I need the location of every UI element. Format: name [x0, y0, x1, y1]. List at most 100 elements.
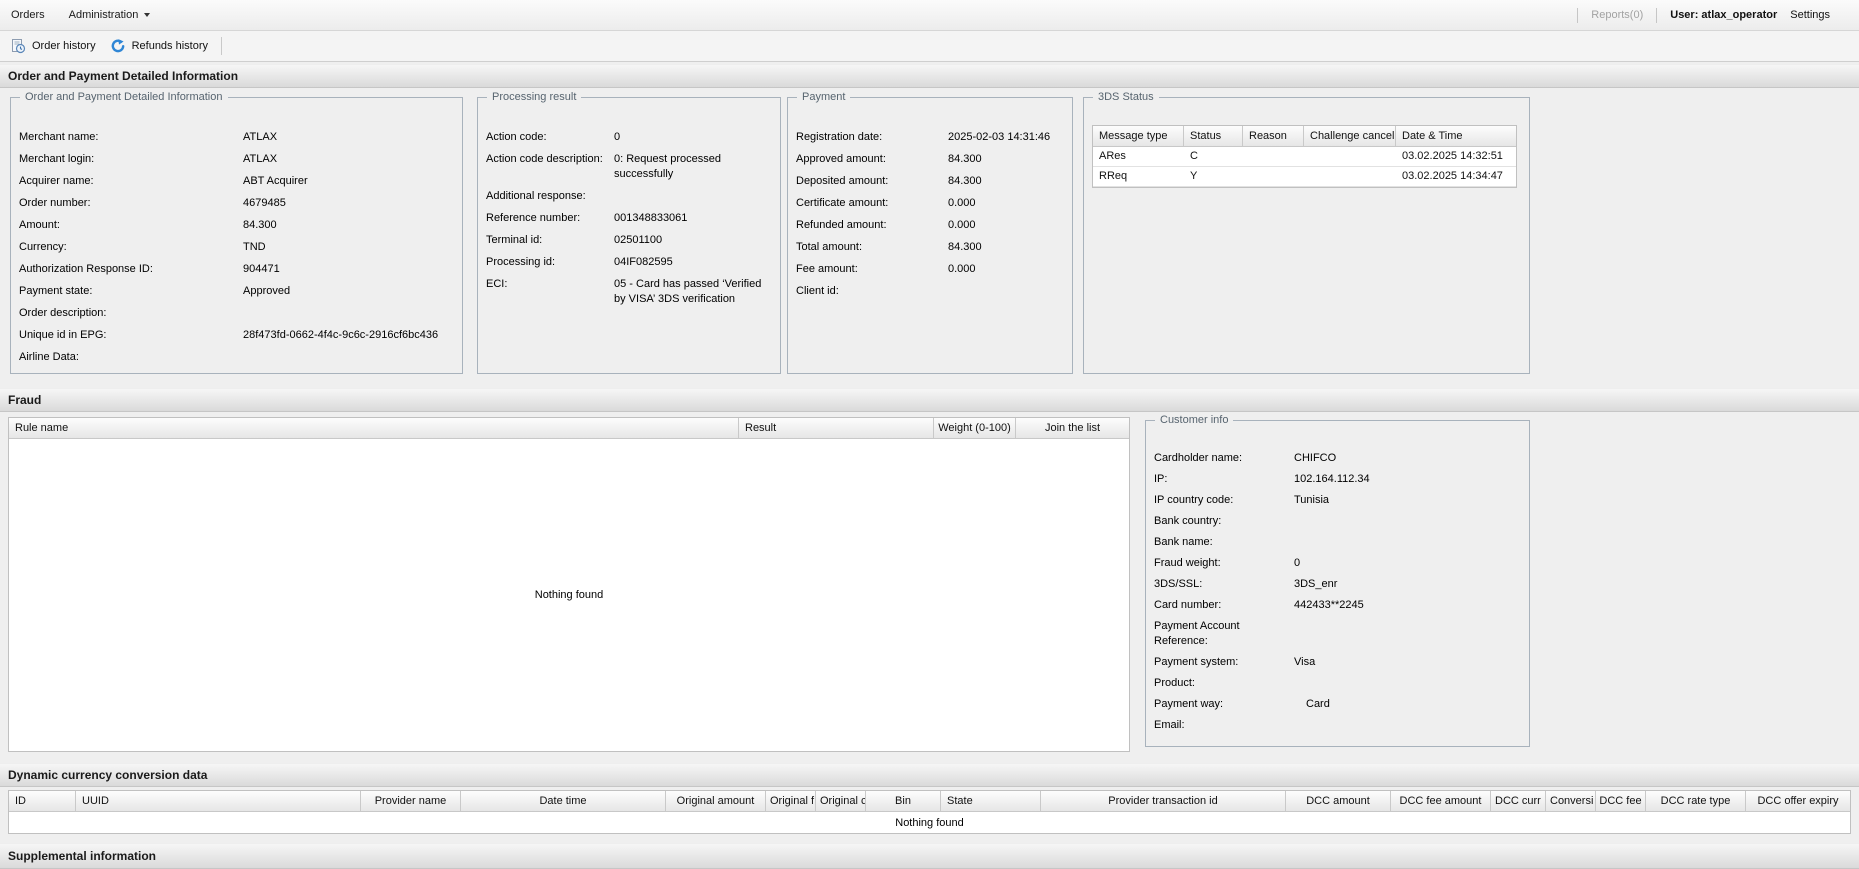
- cell-reason: [1243, 167, 1304, 186]
- menu-reports[interactable]: Reports(0): [1591, 9, 1643, 21]
- fieldset-legend: 3DS Status: [1093, 90, 1159, 104]
- field-row: Order number: 4679485: [19, 196, 454, 211]
- field-label: Deposited amount:: [796, 175, 889, 187]
- column-header[interactable]: Message type: [1093, 126, 1184, 146]
- field-value: 0: [614, 131, 621, 143]
- field-value: ABT Acquirer: [243, 175, 308, 187]
- fraud-table-header: Rule name Result Weight (0-100) Join the li…: [9, 418, 1129, 439]
- dcc-table: ID UUID Provider name Date time Original amo…: [8, 790, 1851, 834]
- field-row: Payment Account Reference:: [1154, 619, 1521, 649]
- field-label: Approved amount:: [796, 153, 886, 165]
- column-header[interactable]: Reason: [1243, 126, 1304, 146]
- column-header[interactable]: Challenge cancel: [1304, 126, 1396, 146]
- column-header[interactable]: DCC rate type: [1646, 791, 1746, 811]
- column-header[interactable]: ID: [9, 791, 76, 811]
- order-history-icon: [12, 39, 26, 54]
- field-row: Bank name:: [1154, 535, 1521, 550]
- column-header[interactable]: Weight (0-100): [934, 418, 1016, 438]
- section-title: Fraud: [8, 393, 42, 407]
- separator: [221, 37, 223, 55]
- field-row: Payment state: Approved: [19, 284, 454, 299]
- field-row: Airline Data:: [19, 350, 454, 365]
- column-header[interactable]: State: [941, 791, 1041, 811]
- field-row: Approved amount: 84.300: [796, 152, 1064, 167]
- current-user-label: User: atlax_operator: [1670, 9, 1778, 21]
- field-label: Payment system:: [1154, 656, 1239, 668]
- dcc-table-empty: Nothing found: [895, 816, 964, 829]
- field-value: [948, 284, 1064, 299]
- field-row: 3DS/SSL: 3DS_enr: [1154, 577, 1521, 592]
- field-label: Order description:: [19, 307, 107, 319]
- section-header-order-payment: Order and Payment Detailed Information: [0, 64, 1859, 88]
- column-header[interactable]: UUID: [76, 791, 361, 811]
- field-value: 4679485: [243, 197, 286, 209]
- menu-administration[interactable]: Administration: [57, 0, 163, 30]
- field-label: Terminal id:: [486, 234, 543, 246]
- column-header[interactable]: Provider name: [361, 791, 461, 811]
- processing-result-rows: Action code: 0 Action code description: …: [478, 98, 780, 307]
- field-label: Bank name:: [1154, 536, 1213, 548]
- field-row: Certificate amount: 0.000: [796, 196, 1064, 211]
- column-header[interactable]: Date & Time: [1396, 126, 1516, 146]
- column-header[interactable]: DCC fee amount: [1391, 791, 1491, 811]
- customer-info-rows: Cardholder name: CHIFCO IP: 102.164.112.…: [1146, 421, 1529, 733]
- field-label: Fraud weight:: [1154, 557, 1221, 569]
- separator: [1656, 7, 1658, 23]
- column-header[interactable]: Rule name: [9, 418, 739, 438]
- fraud-table: Rule name Result Weight (0-100) Join the li…: [8, 417, 1130, 752]
- 3ds-status-table: Message type Status Reason Challenge cancel…: [1092, 125, 1517, 188]
- order-info-fieldset: Order and Payment Detailed Information M…: [10, 90, 463, 374]
- field-value: 05 - Card has passed ‘Verified by VISA’ …: [614, 278, 762, 305]
- field-label: ECI:: [486, 278, 508, 290]
- menu-bar: Orders Administration Reports(0) User: a…: [0, 0, 1859, 31]
- field-value: 28f473fd-0662-4f4c-9c6c-2916cf6bc436: [243, 329, 439, 341]
- menu-orders[interactable]: Orders: [0, 0, 57, 30]
- column-header[interactable]: Date time: [461, 791, 666, 811]
- column-header[interactable]: Result: [739, 418, 934, 438]
- field-value: 3DS_enr: [1294, 578, 1338, 590]
- field-label: Merchant login:: [19, 153, 95, 165]
- refunds-history-label: Refunds history: [131, 40, 209, 52]
- column-header[interactable]: Join the list: [1016, 418, 1129, 438]
- column-header[interactable]: DCC fee: [1596, 791, 1646, 811]
- field-label: Total amount:: [796, 241, 863, 253]
- field-label: Action code:: [486, 131, 547, 143]
- column-header[interactable]: Conversi: [1546, 791, 1596, 811]
- column-header[interactable]: Original c: [816, 791, 866, 811]
- menu-settings[interactable]: Settings: [1790, 9, 1830, 21]
- order-history-button[interactable]: Order history: [5, 35, 105, 57]
- field-row: Refunded amount: 0.000: [796, 218, 1064, 233]
- column-header[interactable]: Status: [1184, 126, 1243, 146]
- field-row: Currency: TND: [19, 240, 454, 255]
- field-label: Action code description:: [486, 153, 603, 165]
- table-row[interactable]: ARes C 03.02.2025 14:32:51: [1093, 147, 1516, 167]
- field-label: Cardholder name:: [1154, 452, 1243, 464]
- field-label: Bank country:: [1154, 515, 1222, 527]
- field-label: Product:: [1154, 677, 1195, 689]
- column-header[interactable]: Bin: [866, 791, 941, 811]
- field-row: Email:: [1154, 718, 1521, 733]
- field-value: 02501100: [614, 234, 663, 246]
- field-row: Card number: 442433**2245: [1154, 598, 1521, 613]
- field-label: Registration date:: [796, 131, 883, 143]
- 3ds-table-body: ARes C 03.02.2025 14:32:51 RReq Y 03.02.…: [1093, 147, 1516, 187]
- field-row: Terminal id: 02501100: [486, 233, 772, 248]
- column-header[interactable]: DCC offer expiry: [1746, 791, 1850, 811]
- column-header[interactable]: DCC amount: [1286, 791, 1391, 811]
- column-header[interactable]: Original amount: [666, 791, 766, 811]
- field-label: Card number:: [1154, 599, 1222, 611]
- cell-date-time: 03.02.2025 14:32:51: [1402, 150, 1503, 162]
- column-header[interactable]: DCC curr: [1491, 791, 1546, 811]
- field-row: Merchant login: ATLAX: [19, 152, 454, 167]
- field-value: [1294, 535, 1521, 550]
- refunds-history-button[interactable]: Refunds history: [105, 35, 217, 57]
- column-header[interactable]: Provider transaction id: [1041, 791, 1286, 811]
- section-title: Supplemental information: [8, 849, 157, 863]
- column-header[interactable]: Original f: [766, 791, 816, 811]
- field-row: Payment way: Card: [1154, 697, 1521, 712]
- field-value: [614, 189, 772, 204]
- field-value: 04IF082595: [614, 256, 673, 268]
- field-label: IP country code:: [1154, 494, 1234, 506]
- table-row[interactable]: RReq Y 03.02.2025 14:34:47: [1093, 167, 1516, 187]
- separator: [1577, 7, 1579, 23]
